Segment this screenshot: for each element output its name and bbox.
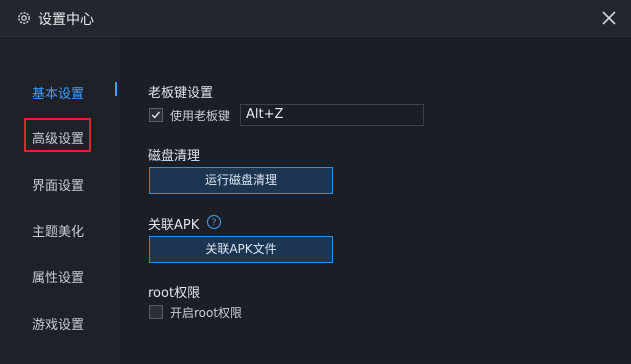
apk-section-title: 关联APK (148, 218, 200, 233)
sidebar-item-basic-settings[interactable]: 基本设置 (32, 83, 84, 102)
title-bar: 设置中心 (0, 0, 631, 37)
sidebar-item-properties-settings[interactable]: 属性设置 (32, 267, 84, 286)
boss-key-section-title: 老板键设置 (148, 86, 214, 101)
svg-text:?: ? (211, 218, 216, 229)
associate-apk-button[interactable]: 关联APK文件 (149, 236, 333, 263)
gear-icon (18, 12, 30, 24)
disk-clean-section-title: 磁盘清理 (148, 149, 201, 164)
window-title: 设置中心 (38, 12, 94, 28)
close-icon[interactable] (597, 6, 621, 30)
highlight-box (24, 118, 91, 152)
active-tab-indicator (115, 82, 117, 96)
sidebar-item-theme[interactable]: 主题美化 (32, 221, 84, 240)
root-checkbox[interactable] (149, 305, 163, 319)
boss-key-checkbox[interactable] (149, 108, 163, 122)
question-circle-icon[interactable]: ? (206, 214, 222, 230)
sidebar-item-interface-settings[interactable]: 界面设置 (32, 175, 84, 194)
boss-key-checkbox-label: 使用老板键 (170, 109, 231, 123)
root-section-title: root权限 (148, 286, 201, 301)
sidebar-item-game-settings[interactable]: 游戏设置 (32, 314, 84, 333)
checkmark-icon (151, 111, 160, 119)
run-disk-clean-button[interactable]: 运行磁盘清理 (149, 167, 333, 194)
root-checkbox-label: 开启root权限 (170, 306, 243, 320)
boss-key-hotkey-input[interactable]: Alt+Z (240, 104, 424, 126)
